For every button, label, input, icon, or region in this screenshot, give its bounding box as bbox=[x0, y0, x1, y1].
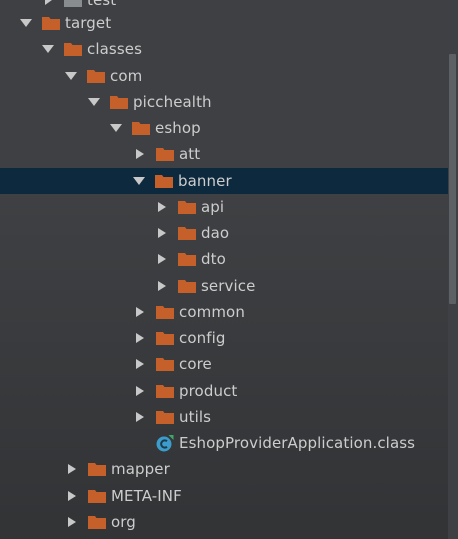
chevron-down-icon[interactable] bbox=[20, 17, 32, 29]
folder-icon bbox=[178, 226, 196, 240]
tree-item-eshop-provider-application-class[interactable]: EshopProviderApplication.class bbox=[0, 430, 448, 456]
chevron-right-icon[interactable] bbox=[66, 490, 78, 502]
tree-item-mapper[interactable]: mapper bbox=[0, 456, 448, 482]
chevron-right-icon[interactable] bbox=[156, 280, 168, 292]
scrollbar-thumb[interactable] bbox=[449, 54, 456, 304]
folder-icon bbox=[178, 279, 196, 293]
tree-item-label: banner bbox=[178, 172, 232, 190]
chevron-right-icon[interactable] bbox=[156, 253, 168, 265]
chevron-down-icon[interactable] bbox=[65, 70, 77, 82]
folder-icon bbox=[88, 489, 106, 503]
tree-item-label: test bbox=[87, 0, 117, 9]
tree-item-label: att bbox=[179, 145, 201, 163]
tree-item-banner[interactable]: banner bbox=[0, 168, 458, 194]
folder-icon bbox=[88, 515, 106, 529]
chevron-right-icon[interactable] bbox=[66, 516, 78, 528]
chevron-right-icon[interactable] bbox=[134, 411, 146, 423]
folder-icon bbox=[156, 384, 174, 398]
tree-item-label: dao bbox=[201, 224, 230, 242]
folder-icon bbox=[156, 305, 174, 319]
chevron-down-icon[interactable] bbox=[110, 122, 122, 134]
tree-item-label: picchealth bbox=[133, 93, 212, 111]
tree-item-com[interactable]: com bbox=[0, 63, 448, 89]
chevron-right-icon[interactable] bbox=[134, 358, 146, 370]
tree-item-label: api bbox=[201, 198, 225, 216]
tree-item-label: org bbox=[111, 513, 136, 531]
folder-icon bbox=[42, 16, 60, 30]
chevron-right-icon[interactable] bbox=[66, 463, 78, 475]
tree-item-label: EshopProviderApplication.class bbox=[179, 434, 416, 452]
tree-item-product[interactable]: product bbox=[0, 378, 448, 404]
chevron-down-icon[interactable] bbox=[133, 175, 145, 187]
folder-icon bbox=[178, 252, 196, 266]
chevron-right-icon[interactable] bbox=[134, 306, 146, 318]
tree-item-label: mapper bbox=[111, 460, 170, 478]
folder-icon bbox=[156, 410, 174, 424]
folder-icon bbox=[156, 147, 174, 161]
folder-icon bbox=[178, 200, 196, 214]
tree-item-api[interactable]: api bbox=[0, 194, 448, 220]
tree-item-label: dto bbox=[201, 250, 226, 268]
tree-item-label: eshop bbox=[155, 119, 201, 137]
tree-item-utils[interactable]: utils bbox=[0, 404, 448, 430]
chevron-right-icon[interactable] bbox=[42, 0, 54, 6]
tree-item-dao[interactable]: dao bbox=[0, 220, 448, 246]
folder-icon bbox=[88, 462, 106, 476]
tree-item-common[interactable]: common bbox=[0, 299, 448, 325]
folder-icon bbox=[156, 331, 174, 345]
chevron-down-icon[interactable] bbox=[88, 96, 100, 108]
tree-item-target[interactable]: target bbox=[0, 10, 448, 36]
folder-icon bbox=[64, 0, 82, 7]
tree-item-service[interactable]: service bbox=[0, 273, 448, 299]
tree-item-label: utils bbox=[179, 408, 212, 426]
tree-item-dto[interactable]: dto bbox=[0, 246, 448, 272]
chevron-right-icon[interactable] bbox=[156, 201, 168, 213]
folder-icon bbox=[132, 121, 150, 135]
tree-item-classes[interactable]: classes bbox=[0, 36, 448, 62]
tree-item-label: product bbox=[179, 382, 238, 400]
tree-item-att[interactable]: att bbox=[0, 141, 448, 167]
chevron-right-icon[interactable] bbox=[134, 148, 146, 160]
chevron-down-icon[interactable] bbox=[42, 43, 54, 55]
tree-item-label: META-INF bbox=[111, 487, 182, 505]
tree-item-core[interactable]: core bbox=[0, 351, 448, 377]
tree-item-eshop[interactable]: eshop bbox=[0, 115, 448, 141]
folder-icon bbox=[110, 95, 128, 109]
folder-icon bbox=[87, 69, 105, 83]
folder-icon bbox=[156, 357, 174, 371]
class-file-icon bbox=[156, 434, 174, 452]
vertical-scrollbar[interactable] bbox=[448, 0, 458, 539]
project-tree-panel: test target classes com picchealth eshop… bbox=[0, 0, 458, 539]
tree-item-config[interactable]: config bbox=[0, 325, 448, 351]
tree-item-label: target bbox=[65, 14, 112, 32]
tree-item-meta-inf[interactable]: META-INF bbox=[0, 483, 448, 509]
chevron-right-icon[interactable] bbox=[134, 332, 146, 344]
chevron-right-icon[interactable] bbox=[134, 385, 146, 397]
tree-item-label: core bbox=[179, 355, 212, 373]
tree-item-label: com bbox=[110, 67, 143, 85]
folder-icon bbox=[155, 174, 173, 188]
tree-item-picchealth[interactable]: picchealth bbox=[0, 89, 448, 115]
tree-item-org[interactable]: org bbox=[0, 509, 448, 535]
tree-item-label: config bbox=[179, 329, 226, 347]
folder-icon bbox=[64, 42, 82, 56]
tree-item-label: service bbox=[201, 277, 256, 295]
tree-item-label: classes bbox=[87, 40, 142, 58]
chevron-right-icon[interactable] bbox=[156, 227, 168, 239]
tree-item-label: common bbox=[179, 303, 245, 321]
